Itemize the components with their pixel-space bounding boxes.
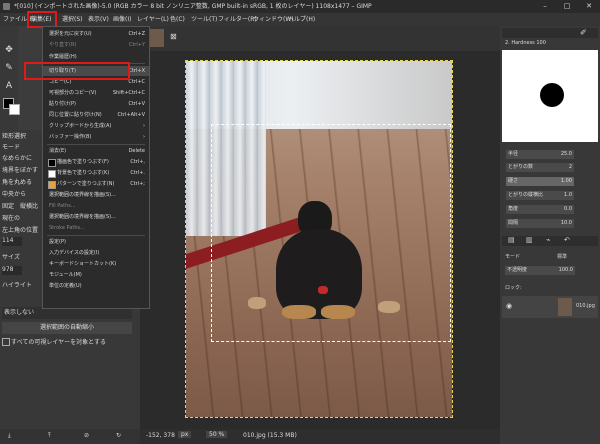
angle-slider[interactable]: 角度 0.0: [506, 205, 574, 214]
image-tabs-bar: ⊠: [140, 26, 500, 51]
size-width-field[interactable]: 978: [2, 266, 22, 275]
undo-history-tab-icon[interactable]: ↶: [564, 236, 570, 244]
menu-item-preferences[interactable]: 設定(P): [43, 237, 149, 247]
unit-select[interactable]: px: [178, 431, 192, 438]
menu-item-keyboard-shortcuts[interactable]: キーボードショートカット(K): [43, 259, 149, 269]
move-tool-icon[interactable]: ✥: [3, 44, 15, 56]
right-dock-tabs: ✐: [502, 28, 598, 38]
radius-slider[interactable]: 半径 25.0: [506, 150, 574, 159]
expand-from-center-option[interactable]: 中央から: [2, 189, 26, 198]
paint-tool-icon[interactable]: ✎: [3, 62, 15, 74]
paths-tab-icon[interactable]: ⌁: [546, 236, 550, 244]
gimp-app-icon: [3, 3, 10, 10]
text-tool-icon[interactable]: A: [3, 80, 15, 92]
save-options-icon[interactable]: ⤓: [8, 431, 11, 441]
rounded-corners-option[interactable]: 角を丸める: [2, 177, 32, 186]
size-label: サイズ: [2, 254, 20, 261]
menu-item-paste-in-place[interactable]: 同じ位置に貼り付け(N) Ctrl+Alt+V: [43, 110, 149, 120]
menu-item-stroke-paths[interactable]: Stroke Paths...: [43, 223, 149, 233]
current-label: 現在の: [2, 215, 21, 222]
aspect-ratio-label: 縦横比: [20, 203, 39, 210]
menu-item-units[interactable]: 単位の定義(U): [43, 281, 149, 291]
close-image-icon[interactable]: ⊠: [170, 32, 177, 41]
layer-row[interactable]: ◉ 010.jpg: [502, 296, 598, 318]
auto-shrink-button[interactable]: 選択範囲の自動縮小: [2, 322, 132, 334]
background-color-swatch[interactable]: [9, 104, 20, 115]
cut-item-highlight-box: [24, 62, 130, 80]
highlight-option[interactable]: ハイライト: [2, 280, 32, 289]
menu-bar: ファイル(F) 編集(E) 選択(S) 表示(V) 画像(I) レイヤー(L) …: [0, 13, 600, 26]
menu-item-paste-as[interactable]: クリップボードから生成(A) ›: [43, 121, 149, 131]
menu-layer[interactable]: レイヤー(L): [137, 13, 169, 26]
position-label: 左上角の位置: [2, 227, 39, 234]
menu-select[interactable]: 選択(S): [62, 13, 83, 26]
fixed-option[interactable]: 固定: [2, 201, 14, 210]
rect-selection[interactable]: [211, 124, 451, 342]
menu-item-undo[interactable]: 選択を元に戻す(U) Ctrl+Z: [43, 29, 149, 39]
fg-fill-swatch-icon: [48, 159, 56, 167]
layer-mode-label: モード: [505, 254, 521, 260]
dock-bottom-bar: ⤓ ⤒ ⊘ ↻: [0, 429, 140, 444]
brush-name: 2. Hardness 100: [505, 40, 546, 46]
delete-options-icon[interactable]: ⊘: [84, 431, 89, 441]
menu-item-buffer[interactable]: バッファー操作(B) ›: [43, 132, 149, 142]
tool-options-title: 矩形選択: [2, 133, 27, 140]
menu-colors[interactable]: 色(C): [170, 13, 185, 26]
spacing-slider[interactable]: 間隔 10.0: [506, 219, 574, 228]
menu-item-clear[interactable]: 消去(E) Delete: [43, 146, 149, 156]
menu-item-fill-pattern[interactable]: パターンで塗りつぶす(N) Ctrl+;: [43, 179, 149, 189]
brush-shape-preview: [540, 83, 564, 107]
layer-thumbnail: [558, 298, 572, 316]
maximize-button[interactable]: □: [556, 0, 578, 13]
menu-tools[interactable]: ツール(T): [191, 13, 217, 26]
restore-options-icon[interactable]: ⤒: [48, 431, 51, 441]
status-bar: -152, 378 px 50 % 010.jpg (15.3 MB): [140, 429, 500, 444]
feather-option[interactable]: 境界をぼかす: [2, 165, 38, 174]
menu-item-paste[interactable]: 貼り付け(P) Ctrl+V: [43, 99, 149, 109]
menu-view[interactable]: 表示(V): [88, 13, 109, 26]
reset-options-icon[interactable]: ↻: [116, 431, 121, 441]
position-x-field[interactable]: 114: [2, 237, 22, 246]
window-title: *[010] (インポートされた画像)-5.0 (RGB カラー 8 bit ノ…: [14, 3, 372, 10]
all-layers-checkbox[interactable]: [2, 338, 10, 346]
close-window-button[interactable]: ✕: [578, 0, 600, 13]
layers-tab-icon[interactable]: ▤: [508, 236, 515, 244]
menu-item-fill-bg[interactable]: 背景色で塗りつぶす(K) Ctrl+.: [43, 168, 149, 178]
layer-name[interactable]: 010.jpg: [576, 303, 595, 309]
menu-item-fill-paths[interactable]: Fill Paths...: [43, 201, 149, 211]
menu-item-copy-visible[interactable]: 可視部分のコピー(V) Shift+Ctrl+C: [43, 88, 149, 98]
file-info: 010.jpg (15.3 MB): [243, 432, 297, 439]
menu-help[interactable]: ヘルプ(H): [288, 13, 315, 26]
menu-item-fill-fg[interactable]: 描画色で塗りつぶす(F) Ctrl+,: [43, 157, 149, 167]
menu-image[interactable]: 画像(I): [113, 13, 131, 26]
menu-item-modules[interactable]: モジュール(M): [43, 270, 149, 280]
bg-fill-swatch-icon: [48, 170, 56, 178]
pattern-fill-swatch-icon: [48, 181, 56, 189]
spikes-slider[interactable]: とがりの数 2: [506, 163, 574, 172]
lock-label: ロック:: [505, 285, 522, 291]
menu-item-history[interactable]: 作業履歴(H): [43, 52, 149, 62]
brush-preview: [502, 50, 598, 142]
layers-dock-tabs: ▤ ▥ ⌁ ↶: [502, 236, 598, 246]
minimize-button[interactable]: –: [534, 0, 556, 13]
antialias-option[interactable]: なめらかに: [2, 153, 32, 162]
layer-opacity-slider[interactable]: 不透明度 100.0: [505, 266, 575, 275]
pointer-coords: -152, 378: [146, 432, 175, 439]
mode-label: モード: [2, 144, 21, 151]
brush-tab-icon[interactable]: ✐: [580, 28, 587, 37]
menu-filters[interactable]: フィルター(R): [218, 13, 257, 26]
hardness-slider[interactable]: 硬さ 1.00: [506, 177, 574, 186]
menu-item-stroke-selection[interactable]: 選択範囲の境界線を描画(S)...: [43, 212, 149, 222]
zoom-select[interactable]: 50 %: [206, 431, 228, 438]
channels-tab-icon[interactable]: ▥: [526, 236, 533, 244]
menu-item-fill-selection[interactable]: 選択範囲の境界線を描画(S)...: [43, 190, 149, 200]
title-bar: *[010] (インポートされた画像)-5.0 (RGB カラー 8 bit ノ…: [0, 0, 600, 13]
menu-item-redo[interactable]: やり直す(R) Ctrl+Y: [43, 40, 149, 50]
aspect-slider[interactable]: とがりの縦横比 1.0: [506, 191, 574, 200]
layer-visibility-icon[interactable]: ◉: [506, 302, 512, 310]
all-layers-label: すべての可視レイヤーを対象とする: [11, 339, 106, 346]
image-thumbnail-tab[interactable]: [150, 29, 164, 47]
layer-mode-select[interactable]: 標準: [557, 253, 567, 260]
menu-item-input-devices[interactable]: 入力デバイスの設定(I): [43, 248, 149, 258]
